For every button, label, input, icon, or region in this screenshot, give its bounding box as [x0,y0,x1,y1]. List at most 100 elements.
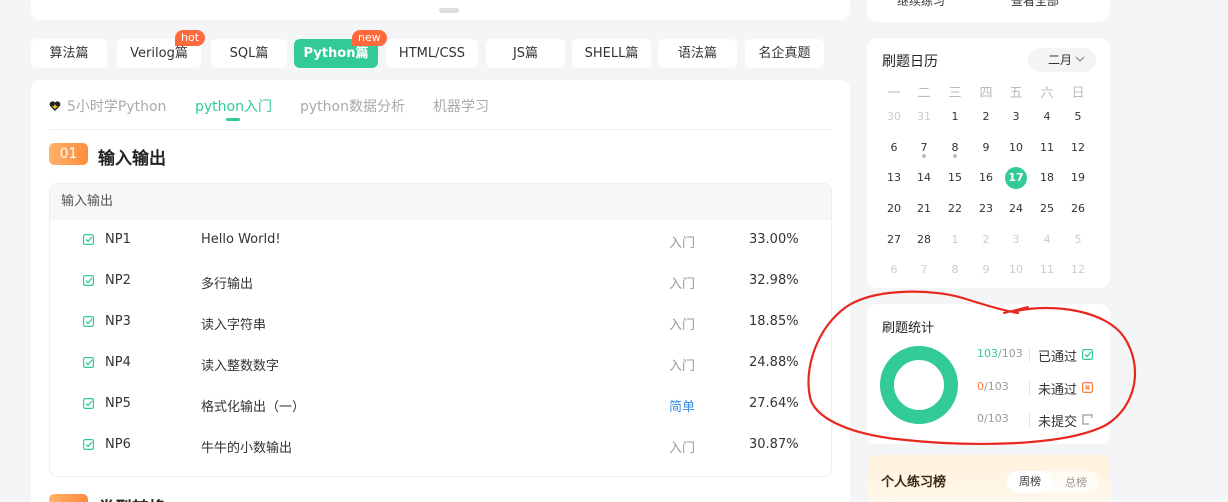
problem-row[interactable]: NP4 读入整数数字 入门 24.88% [50,343,831,384]
section-title: 输入输出 [98,149,166,169]
problem-name[interactable]: Hello World! [201,232,281,247]
tab-label: HTML/CSS [398,46,466,61]
problem-row[interactable]: NP5 格式化输出（一） 简单 27.64% [50,384,831,425]
tab-label: JS篇 [512,46,539,61]
month-label: 二月 [1048,53,1073,67]
calendar-day[interactable]: 5 [1067,229,1089,251]
calendar-day[interactable]: 2 [975,106,997,128]
calendar-day[interactable]: 25 [1036,198,1058,220]
check-icon [83,234,94,245]
calendar-day[interactable]: 23 [975,198,997,220]
tab-grammar[interactable]: 语法篇 [658,39,737,68]
unsubmitted-total: /103 [984,412,1009,425]
problem-name[interactable]: 格式化输出（一） [201,396,305,415]
problem-name[interactable]: 读入字符串 [201,314,266,333]
calendar-day[interactable]: 4 [1036,106,1058,128]
practice-calendar: 刷题日历 二月 一二三四五六日 30 31 1 2 3 4 5 6 7 8 9 10 11 12 13 14 15… [867,38,1110,288]
failed-label: 未通过 [1038,383,1078,398]
calendar-day[interactable]: 18 [1036,167,1058,189]
problem-difficulty: 入门 [669,359,696,374]
check-icon [83,398,94,409]
calendar-day[interactable]: 22 [944,198,966,220]
table-header: 输入输出 [50,184,831,220]
calendar-day[interactable]: 13 [883,167,905,189]
calendar-day[interactable]: 3 [1005,106,1027,128]
sub-tabs: 5小时学Python python入门 python数据分析 机器学习 [49,94,832,130]
tab-company-exams[interactable]: 名企真题 [745,39,824,68]
section-title-2: 类型转换 [98,494,166,502]
subtab-machine-learning[interactable]: 机器学习 [433,96,489,116]
calendar-day[interactable]: 7 [913,259,935,281]
calendar-day[interactable]: 27 [883,229,905,251]
tab-python[interactable]: Python篇 new [294,30,387,68]
stats-title: 刷题统计 [882,321,935,336]
calendar-day[interactable]: 20 [883,198,905,220]
problem-name[interactable]: 多行输出 [201,273,253,292]
calendar-day[interactable]: 24 [1005,198,1027,220]
calendar-day[interactable]: 6 [883,137,905,159]
calendar-day[interactable]: 15 [944,167,966,189]
calendar-day[interactable]: 10 [1005,259,1027,281]
tab-shell[interactable]: SHELL篇 [572,39,651,68]
calendar-day[interactable]: 21 [913,198,935,220]
problem-row[interactable]: NP2 多行输出 入门 32.98% [50,261,831,302]
weekday-label: 一 [887,86,901,101]
tab-html-css[interactable]: HTML/CSS [386,39,478,68]
tab-label: Python篇 [303,46,369,61]
calendar-day[interactable]: 17 [1005,167,1027,189]
problem-row[interactable]: NP3 读入字符串 入门 18.85% [50,302,831,343]
practice-actions: 继续练习 查看全部 [867,0,1110,22]
subtab-5h-python[interactable]: 5小时学Python [49,96,166,116]
view-all-link[interactable]: 查看全部 [1011,0,1059,9]
calendar-day[interactable]: 9 [975,259,997,281]
tab-verilog[interactable]: Verilog篇 hot [117,30,206,68]
check-icon [83,275,94,286]
calendar-day[interactable]: 1 [944,106,966,128]
month-select[interactable]: 二月 [1028,48,1096,72]
calendar-day[interactable]: 4 [1036,229,1058,251]
weekday-label: 六 [1040,86,1054,101]
problem-difficulty: 入门 [669,318,696,333]
problem-pass-rate: 32.98% [749,273,799,288]
calendar-day[interactable]: 10 [1005,137,1027,159]
problem-table: 输入输出 NP1 Hello World! 入门 33.00% NP2 多行输出 入门 32.… [49,183,832,477]
calendar-day[interactable]: 26 [1067,198,1089,220]
new-badge: new [352,30,387,46]
problem-row[interactable]: NP6 牛牛的小数输出 入门 30.87% [50,425,831,466]
calendar-day[interactable]: 19 [1067,167,1089,189]
calendar-day[interactable]: 12 [1067,137,1089,159]
calendar-day[interactable]: 8 [944,259,966,281]
problem-pass-rate: 33.00% [749,232,799,247]
tab-sql[interactable]: SQL篇 [211,39,287,68]
calendar-day[interactable]: 16 [975,167,997,189]
calendar-day[interactable]: 6 [883,259,905,281]
calendar-day[interactable]: 31 [913,106,935,128]
calendar-day[interactable]: 30 [883,106,905,128]
subtab-python-intro[interactable]: python入门 [195,96,272,121]
calendar-day[interactable]: 5 [1067,106,1089,128]
problem-name[interactable]: 牛牛的小数输出 [201,437,292,456]
calendar-day[interactable]: 12 [1067,259,1089,281]
calendar-day[interactable]: 14 [913,167,935,189]
calendar-day[interactable]: 1 [944,229,966,251]
calendar-day[interactable]: 11 [1036,259,1058,281]
problem-name[interactable]: 读入整数数字 [201,355,279,374]
problem-row[interactable]: NP1 Hello World! 入门 33.00% [50,220,831,261]
ranking-tabs: 周榜 总榜 [1007,471,1099,493]
continue-practice-link[interactable]: 继续练习 [897,0,945,9]
weekday-label: 日 [1071,86,1085,101]
calendar-day[interactable]: 11 [1036,137,1058,159]
subtab-label: 机器学习 [433,99,489,115]
calendar-day[interactable]: 2 [975,229,997,251]
tab-algorithm[interactable]: 算法篇 [31,39,107,68]
collapse-handle[interactable] [439,8,459,13]
check-icon [83,357,94,368]
tab-js[interactable]: JS篇 [486,39,565,68]
ranking-tab-weekly[interactable]: 周榜 [1007,471,1053,493]
ranking-tab-total[interactable]: 总榜 [1053,474,1099,490]
calendar-day[interactable]: 28 [913,229,935,251]
calendar-day[interactable]: 3 [1005,229,1027,251]
subtab-python-data-analysis[interactable]: python数据分析 [300,96,405,116]
tab-label: Verilog篇 [130,46,188,61]
calendar-day[interactable]: 9 [975,137,997,159]
